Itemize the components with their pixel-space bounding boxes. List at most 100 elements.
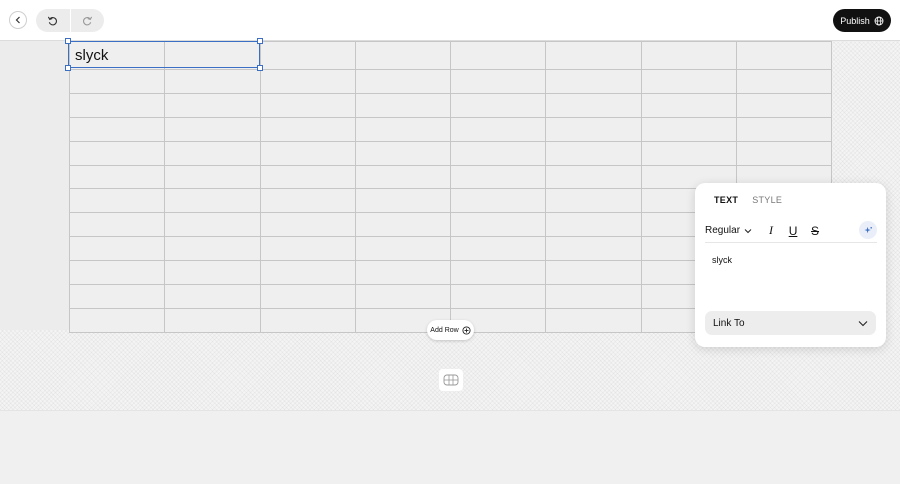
table-cell[interactable] (354, 41, 452, 70)
table-cell[interactable] (545, 69, 642, 94)
table-cell[interactable] (164, 212, 261, 238)
sparkle-icon (863, 226, 872, 233)
italic-button[interactable]: I (766, 223, 776, 238)
table-cell[interactable] (640, 116, 737, 142)
resize-handle[interactable] (65, 65, 71, 71)
table-cell[interactable] (449, 41, 547, 70)
table-cell[interactable] (164, 140, 261, 166)
table-cell[interactable] (68, 69, 166, 94)
table-cell[interactable] (259, 236, 356, 262)
cell-selection[interactable] (65, 38, 263, 71)
table-cell[interactable] (68, 92, 166, 118)
font-weight-dropdown[interactable]: Regular (705, 225, 752, 236)
table-cell[interactable] (735, 69, 833, 94)
tab-text[interactable]: TEXT (714, 195, 738, 205)
table-cell[interactable] (545, 212, 642, 238)
table-cell[interactable] (259, 188, 356, 214)
table-cell[interactable] (164, 92, 261, 118)
table-cell[interactable] (449, 92, 547, 118)
table-cell[interactable] (164, 260, 261, 286)
table-cell[interactable] (354, 236, 452, 262)
table-cell[interactable] (259, 284, 356, 309)
table-cell[interactable] (354, 260, 452, 286)
table-cell[interactable] (545, 164, 642, 190)
link-to-dropdown[interactable]: Link To (705, 311, 876, 335)
table-cell[interactable] (259, 212, 356, 238)
table-cell[interactable] (545, 41, 642, 70)
table-cell[interactable] (354, 164, 452, 190)
table-cell[interactable] (259, 164, 356, 190)
table-cell[interactable] (354, 212, 452, 238)
text-content-field[interactable]: slyck (712, 255, 732, 265)
table-cell[interactable] (449, 188, 547, 214)
table-cell[interactable] (259, 41, 356, 70)
resize-handle[interactable] (65, 38, 71, 44)
table-cell[interactable] (545, 260, 642, 286)
table-cell[interactable] (259, 92, 356, 118)
table-cell[interactable] (354, 69, 452, 94)
table-cell[interactable] (640, 41, 737, 70)
table-cell[interactable] (164, 284, 261, 309)
table-cell[interactable] (449, 236, 547, 262)
table-cell[interactable] (68, 284, 166, 309)
table-cell[interactable] (68, 236, 166, 262)
table-cell[interactable] (259, 260, 356, 286)
table-cell[interactable] (259, 307, 356, 333)
resize-handle[interactable] (257, 38, 263, 44)
table-cell[interactable] (735, 116, 833, 142)
table-cell[interactable] (545, 188, 642, 214)
table-cell[interactable] (640, 140, 737, 166)
table-cell[interactable] (449, 164, 547, 190)
table-cell[interactable] (735, 92, 833, 118)
table-cell[interactable] (449, 116, 547, 142)
table-cell[interactable] (545, 140, 642, 166)
table-cell[interactable] (545, 236, 642, 262)
strikethrough-button[interactable]: S (810, 224, 820, 238)
tab-style[interactable]: STYLE (752, 195, 782, 205)
chevron-left-icon (15, 16, 20, 24)
table-cell[interactable] (545, 116, 642, 142)
table-cell[interactable] (164, 188, 261, 214)
table-cell[interactable] (354, 116, 452, 142)
table-cell[interactable] (164, 69, 261, 94)
ai-assist-button[interactable] (859, 221, 877, 239)
undo-button[interactable] (36, 9, 70, 32)
table-cell[interactable] (164, 164, 261, 190)
table-cell[interactable] (354, 188, 452, 214)
table-cell[interactable] (164, 116, 261, 142)
table-widget-button[interactable] (439, 369, 463, 391)
publish-button[interactable]: Publish (833, 9, 891, 32)
table-cell[interactable] (354, 92, 452, 118)
table-cell[interactable] (354, 140, 452, 166)
resize-handle[interactable] (257, 65, 263, 71)
table-cell[interactable] (68, 307, 166, 333)
table-cell[interactable] (68, 212, 166, 238)
table-cell[interactable] (449, 140, 547, 166)
table-cell[interactable] (68, 140, 166, 166)
table-cell[interactable] (449, 284, 547, 309)
table-cell[interactable] (68, 188, 166, 214)
table-cell[interactable] (68, 260, 166, 286)
table-cell[interactable] (449, 212, 547, 238)
table-cell[interactable] (68, 116, 166, 142)
table-cell[interactable] (354, 284, 452, 309)
table-cell[interactable] (164, 236, 261, 262)
underline-button[interactable]: U (788, 224, 798, 238)
table-cell[interactable] (259, 116, 356, 142)
table-cell[interactable] (164, 307, 261, 333)
add-row-button[interactable]: Add Row (427, 320, 474, 340)
table-cell[interactable] (545, 92, 642, 118)
table-cell[interactable] (640, 92, 737, 118)
table-cell[interactable] (449, 69, 547, 94)
table-cell[interactable] (259, 140, 356, 166)
table-cell[interactable] (640, 69, 737, 94)
redo-button[interactable] (69, 9, 105, 32)
table-cell[interactable] (259, 69, 356, 94)
table-cell[interactable] (545, 307, 642, 333)
table-cell[interactable] (68, 164, 166, 190)
back-button[interactable] (9, 11, 27, 29)
table-cell[interactable] (449, 260, 547, 286)
table-cell[interactable] (545, 284, 642, 309)
table-cell[interactable] (735, 41, 833, 70)
table-cell[interactable] (735, 140, 833, 166)
